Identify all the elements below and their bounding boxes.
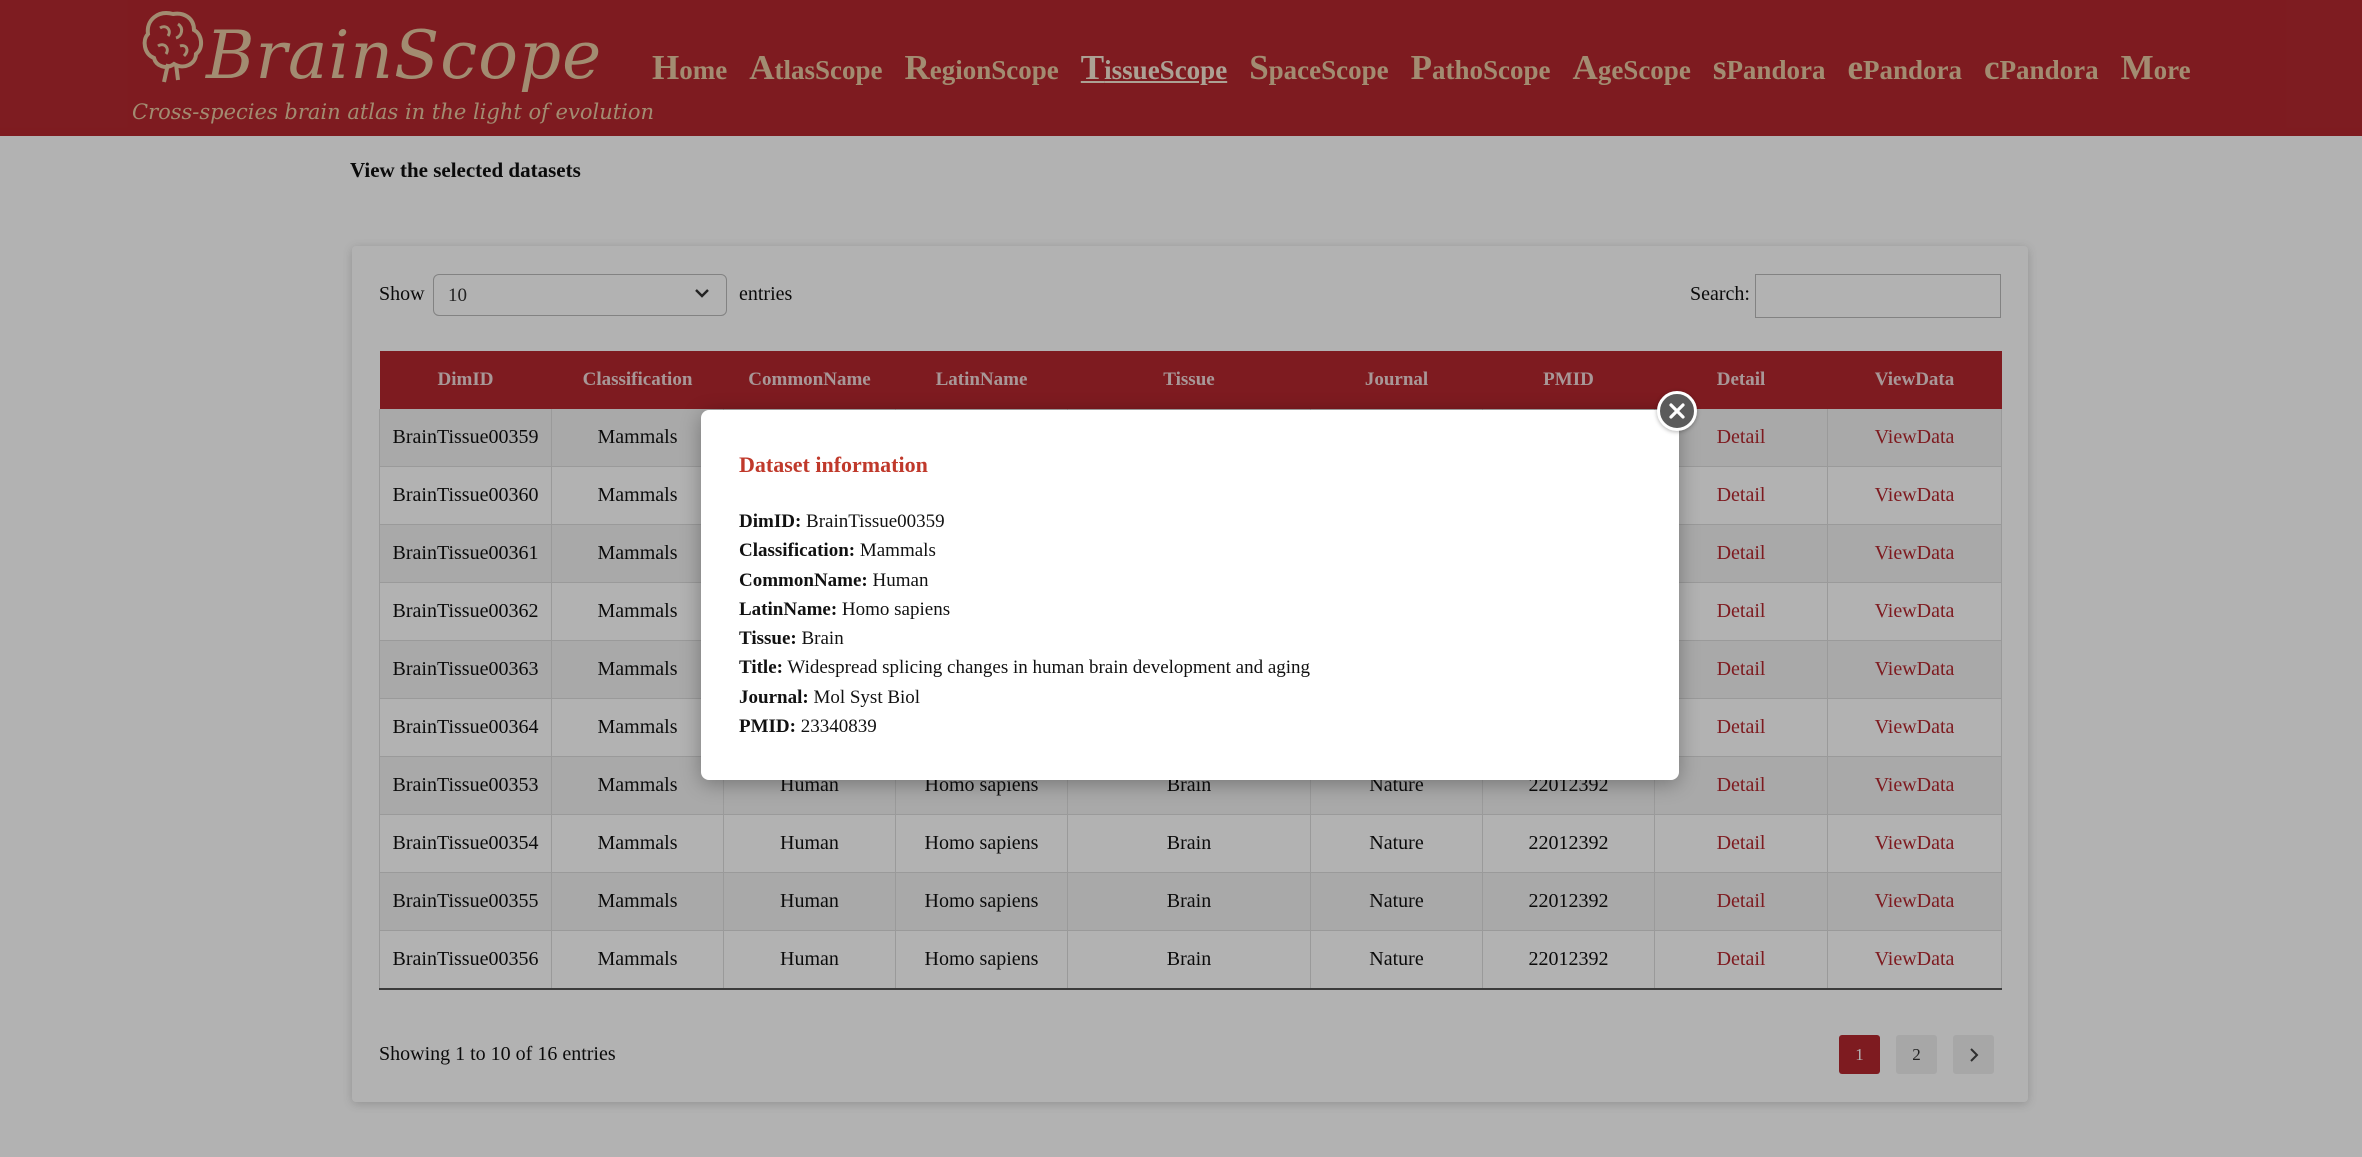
field-label: Tissue: <box>739 628 797 650</box>
field-label: DimID: <box>739 511 802 532</box>
field-value: 23340839 <box>800 716 877 738</box>
field-value: Widespread splicing changes in human bra… <box>787 657 1311 679</box>
field-pmid: PMID: 23340839 <box>739 712 1310 741</box>
field-label: LatinName: <box>739 598 838 620</box>
field-tissue: Tissue: Brain <box>739 624 1310 653</box>
field-journal: Journal: Mol Syst Biol <box>739 683 1310 712</box>
field-label: Title: <box>739 657 783 679</box>
dataset-info-modal: Dataset information DimID: BrainTissue00… <box>701 410 1679 780</box>
field-value: Human <box>872 569 929 591</box>
field-latinname: LatinName: Homo sapiens <box>739 595 1310 624</box>
field-value: Mammals <box>859 540 936 562</box>
field-classification: Classification: Mammals <box>739 536 1310 565</box>
field-value: BrainTissue00359 <box>806 511 945 532</box>
modal-fields: DimID: BrainTissue00359 Classification: … <box>739 507 1310 741</box>
close-icon <box>1669 403 1685 419</box>
field-label: CommonName: <box>739 569 868 591</box>
field-label: Classification: <box>739 540 856 562</box>
modal-title: Dataset information <box>739 452 928 477</box>
field-commonname: CommonName: Human <box>739 566 1310 595</box>
field-label: PMID: <box>739 716 796 738</box>
field-value: Mol Syst Biol <box>813 686 921 708</box>
field-value: Brain <box>801 628 844 650</box>
field-dimid: DimID: BrainTissue00359 <box>739 507 1310 536</box>
field-value: Homo sapiens <box>841 598 951 620</box>
field-label: Journal: <box>739 686 809 708</box>
field-title: Title: Widespread splicing changes in hu… <box>739 653 1310 682</box>
modal-close-button[interactable] <box>1657 391 1697 431</box>
